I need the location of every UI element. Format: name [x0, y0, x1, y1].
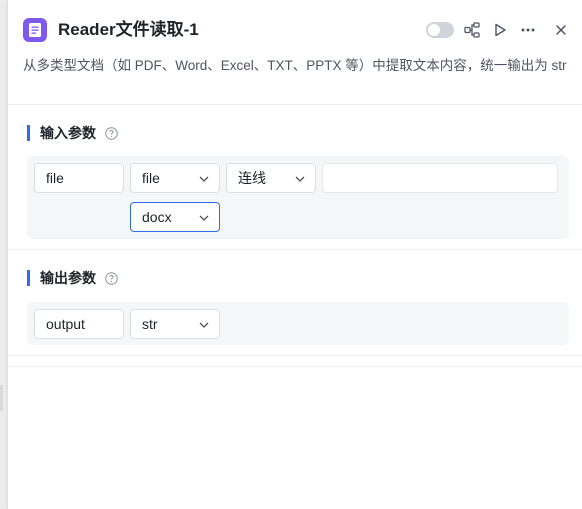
- chevron-down-icon: [199, 176, 209, 182]
- section-divider: [8, 366, 582, 367]
- chevron-down-icon: [295, 176, 305, 182]
- enable-toggle[interactable]: [426, 22, 454, 38]
- help-icon[interactable]: [105, 127, 118, 140]
- inputs-title-label: 输入参数: [40, 125, 96, 141]
- node-description: 从多类型文档（如 PDF、Word、Excel、TXT、PPTX 等）中提取文本…: [23, 58, 567, 73]
- document-icon: [23, 18, 47, 42]
- input-source-select[interactable]: 连线: [226, 163, 316, 193]
- output-type-value: str: [142, 316, 158, 332]
- inputs-section-title: 输入参数: [27, 125, 118, 141]
- input-format-value: docx: [142, 209, 172, 225]
- canvas-edge: [0, 385, 3, 411]
- input-value-field[interactable]: [322, 163, 558, 193]
- input-type-value: file: [142, 170, 160, 186]
- input-name-field[interactable]: file: [34, 163, 124, 193]
- close-icon[interactable]: [549, 18, 573, 42]
- flow-icon[interactable]: [460, 18, 484, 42]
- input-format-select[interactable]: docx: [130, 202, 220, 232]
- section-divider: [8, 355, 582, 356]
- outputs-section-title: 输出参数: [27, 270, 118, 286]
- outputs-title-label: 输出参数: [40, 270, 96, 286]
- panel-header: Reader文件读取-1 从多类型文档（如 PDF、Word、Excel、TXT…: [8, 0, 582, 105]
- inputs-box: file file 连线 docx: [27, 156, 569, 239]
- node-title: Reader文件读取-1: [58, 20, 199, 39]
- more-icon[interactable]: [516, 18, 540, 42]
- outputs-box: output str: [27, 302, 569, 345]
- output-name-field[interactable]: output: [34, 309, 124, 339]
- input-source-value: 连线: [238, 170, 266, 186]
- help-icon[interactable]: [105, 272, 118, 285]
- node-config-panel: Reader文件读取-1 从多类型文档（如 PDF、Word、Excel、TXT…: [8, 0, 582, 509]
- section-divider: [8, 249, 582, 250]
- chevron-down-icon: [199, 215, 209, 221]
- input-type-select[interactable]: file: [130, 163, 220, 193]
- input-name-value: file: [46, 170, 64, 186]
- output-type-select[interactable]: str: [130, 309, 220, 339]
- chevron-down-icon: [199, 322, 209, 328]
- play-icon[interactable]: [488, 18, 512, 42]
- output-name-value: output: [46, 316, 85, 332]
